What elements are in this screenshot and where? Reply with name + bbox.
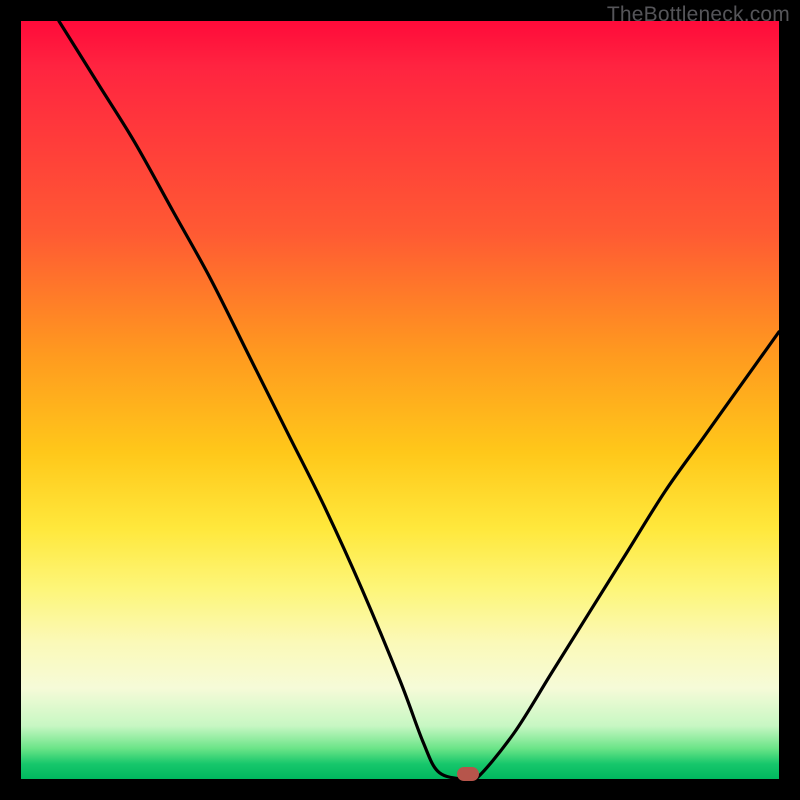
chart-frame: TheBottleneck.com	[0, 0, 800, 800]
plot-area	[21, 21, 779, 779]
curve-svg	[21, 21, 779, 779]
bottleneck-curve	[59, 21, 779, 779]
optimal-point-marker	[457, 767, 479, 781]
